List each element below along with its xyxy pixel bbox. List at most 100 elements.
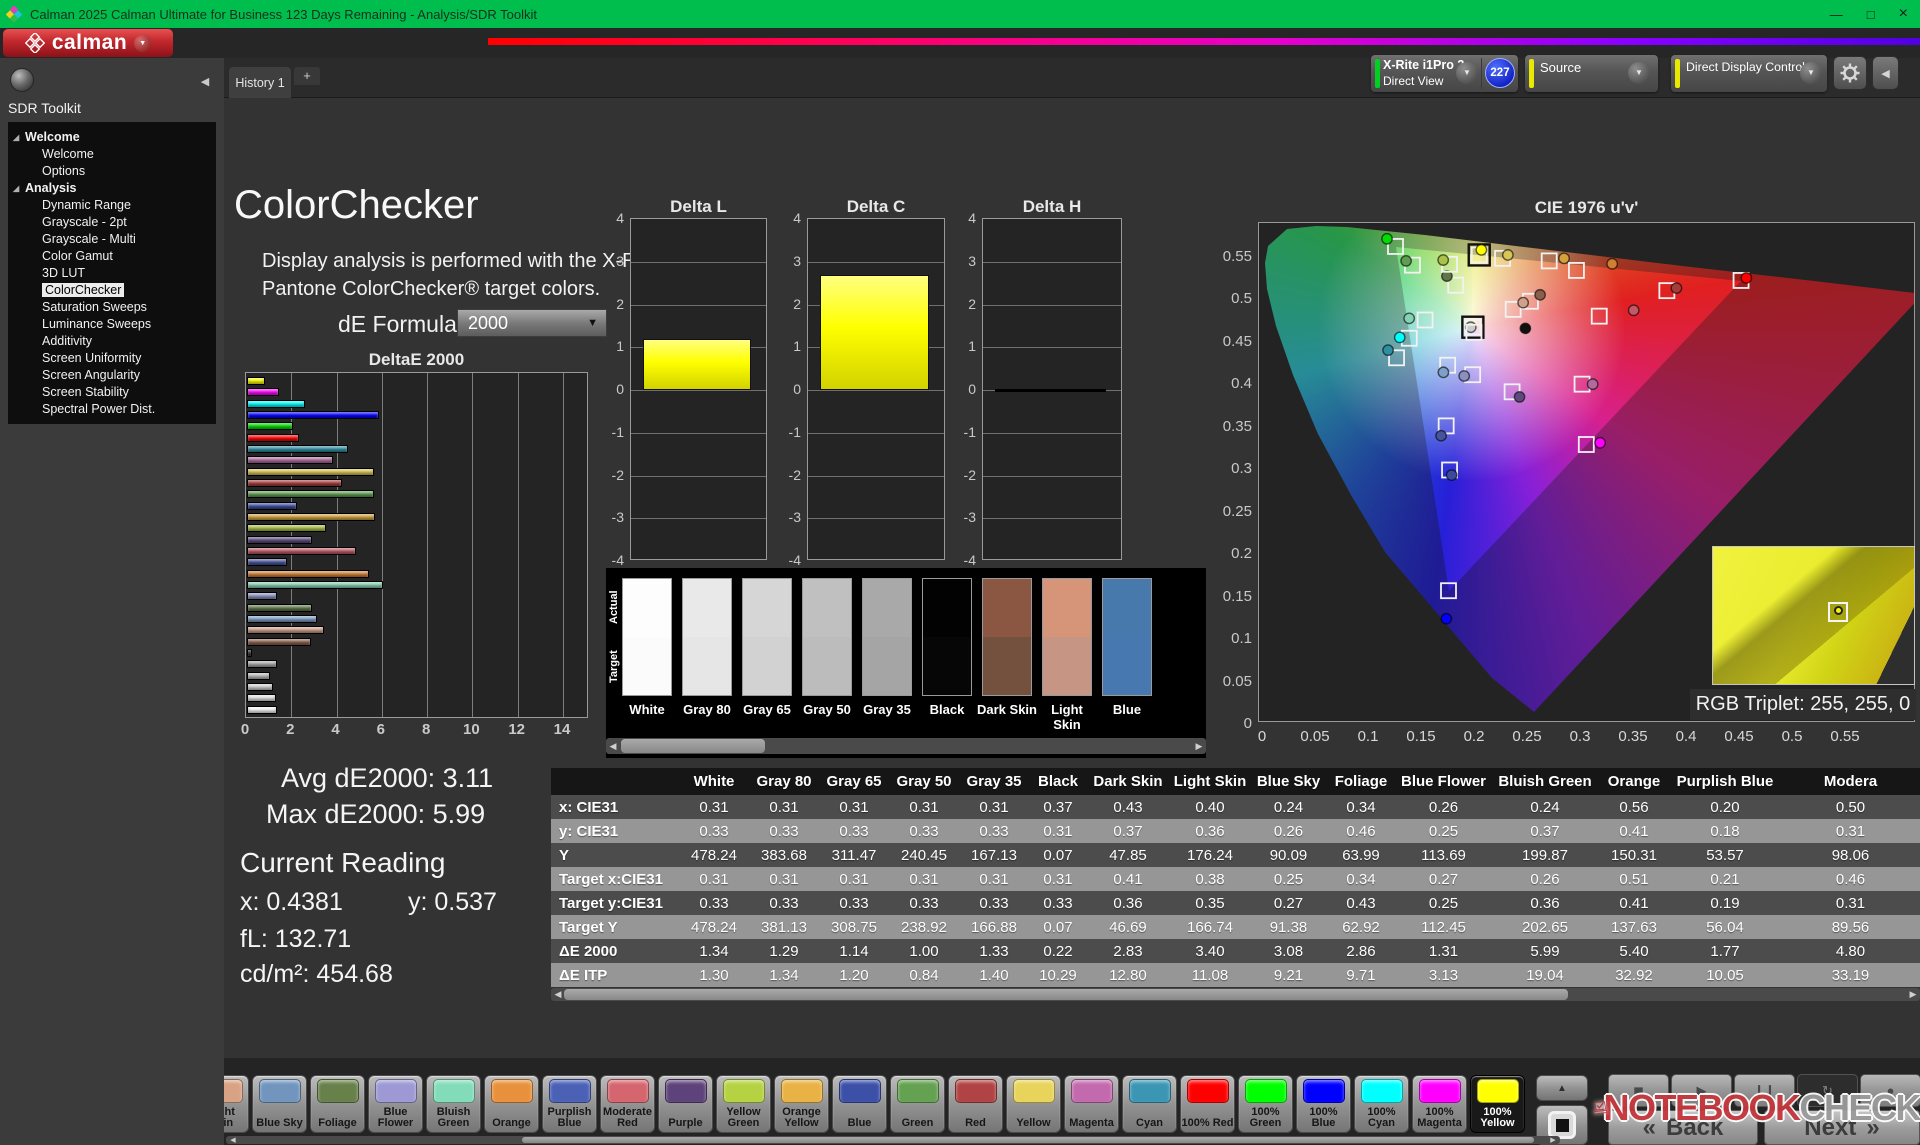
- delta-c-chart-plot: [807, 218, 945, 560]
- scroll-left-icon[interactable]: ◀: [606, 738, 620, 754]
- patch-button-blue[interactable]: Blue: [832, 1075, 887, 1133]
- patch-button-100-yellow[interactable]: 100% Yellow: [1470, 1075, 1525, 1133]
- patch-button-label: 100% Yellow: [1480, 1105, 1515, 1130]
- back-button[interactable]: « Back: [1608, 1110, 1758, 1145]
- sidebar-item-analysis[interactable]: ◢ Analysis: [8, 180, 216, 197]
- swatch-target: [1043, 637, 1091, 695]
- toolbar-play-button[interactable]: ▶: [1671, 1074, 1732, 1107]
- swatch-gray-80: [682, 578, 732, 696]
- sidebar-item-screen-angularity[interactable]: Screen Angularity: [8, 367, 216, 384]
- tree-expander-icon[interactable]: ◢: [13, 129, 19, 146]
- collapse-panel-button[interactable]: ◀: [1872, 56, 1899, 90]
- sidebar-item-spectral-power-dist[interactable]: Spectral Power Dist.: [8, 401, 216, 418]
- calman-menu-button[interactable]: calman ▼: [3, 29, 173, 57]
- patch-button-bluish-green[interactable]: Bluish Green: [426, 1075, 481, 1133]
- toolbar-record-button[interactable]: ●: [1860, 1074, 1920, 1107]
- meter-count-badge[interactable]: 227: [1485, 58, 1515, 88]
- sidebar-item-colorchecker[interactable]: ColorChecker: [8, 282, 216, 299]
- patch-button-100-blue[interactable]: 100% Blue: [1296, 1075, 1351, 1133]
- display-control-dropdown[interactable]: Direct Display Control ▼: [1671, 55, 1827, 92]
- sidebar-item-label: Additivity: [42, 334, 93, 348]
- patch-button-purplish-blue[interactable]: Purplish Blue: [542, 1075, 597, 1133]
- toolbar-loop-button[interactable]: ↻: [1797, 1074, 1858, 1107]
- sidebar-item-welcome[interactable]: ◢ Welcome: [8, 129, 216, 146]
- next-button[interactable]: Next »: [1764, 1110, 1920, 1145]
- sidebar-item-saturation-sweeps[interactable]: Saturation Sweeps: [8, 299, 216, 316]
- patch-button-moderate-red[interactable]: Moderate Red: [600, 1075, 655, 1133]
- sidebar-item-additivity[interactable]: Additivity: [8, 333, 216, 350]
- close-icon[interactable]: ×: [1899, 5, 1908, 23]
- table-cell: 0.31: [1043, 822, 1073, 840]
- patch-button-cyan[interactable]: Cyan: [1122, 1075, 1177, 1133]
- minimize-icon[interactable]: —: [1830, 7, 1843, 22]
- patch-button-yellow[interactable]: Yellow: [1006, 1075, 1061, 1133]
- patch-button-purple[interactable]: Purple: [658, 1075, 713, 1133]
- toolbar-snapshot-button[interactable]: ◼: [1608, 1074, 1669, 1107]
- patch-button-red[interactable]: Red: [948, 1075, 1003, 1133]
- settings-button[interactable]: [1833, 56, 1867, 90]
- meter-dropdown[interactable]: X-Rite i1Pro 2 Direct View ▼ 227: [1371, 55, 1518, 92]
- patch-button-blue-flower[interactable]: Blue Flower: [368, 1075, 423, 1133]
- table-cell: 1.40: [979, 966, 1009, 984]
- scroll-right-icon[interactable]: ▶: [1546, 1136, 1560, 1144]
- sidebar-item-dynamic-range[interactable]: Dynamic Range: [8, 197, 216, 214]
- sidebar-item-screen-stability[interactable]: Screen Stability: [8, 384, 216, 401]
- scrollbar-thumb[interactable]: [621, 739, 765, 753]
- patch-button-100-green[interactable]: 100% Green: [1238, 1075, 1293, 1133]
- workflow-orb-button[interactable]: [10, 68, 34, 92]
- table-row-target-y: Target Y 478.24 381.13 308.75 238.92 166.88 0.…: [551, 915, 1920, 939]
- patch-button-light-skin[interactable]: Light Skin: [224, 1075, 249, 1133]
- deltae-chart-plot: [245, 372, 588, 718]
- swatch-label: Black: [929, 702, 965, 717]
- table-cell: 0.07: [1043, 846, 1073, 864]
- patch-button-magenta[interactable]: Magenta: [1064, 1075, 1119, 1133]
- patch-button-100-red[interactable]: 100% Red: [1180, 1075, 1235, 1133]
- sidebar-item-screen-uniformity[interactable]: Screen Uniformity: [8, 350, 216, 367]
- patch-button-yellow-green[interactable]: Yellow Green: [716, 1075, 771, 1133]
- scroll-right-icon[interactable]: ▶: [1192, 738, 1206, 754]
- patch-color-swatch: [1186, 1079, 1229, 1103]
- sidebar-collapse-button[interactable]: ◀: [194, 70, 216, 92]
- sidebar-item-grayscale-2pt[interactable]: Grayscale - 2pt: [8, 214, 216, 231]
- patch-button-orange-yellow[interactable]: Orange Yellow: [774, 1075, 829, 1133]
- add-tab-button[interactable]: +: [294, 67, 320, 85]
- scroll-right-icon[interactable]: ▶: [1906, 988, 1920, 1001]
- sidebar-item-grayscale-multi[interactable]: Grayscale - Multi: [8, 231, 216, 248]
- sidebar-item-options[interactable]: Options: [8, 163, 216, 180]
- tab-history-1[interactable]: History 1: [229, 67, 291, 98]
- de-formula-select[interactable]: 2000 ▼: [457, 309, 607, 337]
- patch-button-green[interactable]: Green: [890, 1075, 945, 1133]
- strip-scrollbar[interactable]: ◀ ▶: [226, 1136, 1560, 1144]
- tree-expander-icon[interactable]: ◢: [13, 180, 19, 197]
- sidebar-item-3d-lut[interactable]: 3D LUT: [8, 265, 216, 282]
- scroll-left-icon[interactable]: ◀: [551, 988, 565, 1001]
- patch-button-orange[interactable]: Orange: [484, 1075, 539, 1133]
- sidebar-item-luminance-sweeps[interactable]: Luminance Sweeps: [8, 316, 216, 333]
- patch-button-foliage[interactable]: Foliage: [310, 1075, 365, 1133]
- strip-up-button[interactable]: ▲: [1536, 1075, 1588, 1101]
- column-header-purplish-blue: Purplish Blue: [1669, 768, 1781, 795]
- deltae-bar-blue-flower: [247, 592, 277, 601]
- toolbar-pause-button[interactable]: ❙❙: [1734, 1074, 1795, 1107]
- maximize-icon[interactable]: □: [1867, 7, 1875, 22]
- table-scrollbar[interactable]: ◀ ▶: [551, 988, 1920, 1001]
- scrollbar-thumb[interactable]: [564, 989, 1568, 1000]
- patch-button-blue-sky[interactable]: Blue Sky: [252, 1075, 307, 1133]
- swatch-target: [923, 637, 971, 695]
- table-cell: 0.51: [1619, 870, 1649, 888]
- table-cell: 90.09: [1269, 846, 1308, 864]
- y-tick: 0: [616, 381, 624, 397]
- avg-de2000: Avg dE2000: 3.11: [281, 763, 494, 793]
- swatch-strip-scrollbar[interactable]: ◀ ▶: [606, 738, 1206, 754]
- table-cell: 0.26: [1273, 822, 1304, 840]
- inset-measured-dot: [1834, 606, 1843, 615]
- patch-button-100-cyan[interactable]: 100% Cyan: [1354, 1075, 1409, 1133]
- scrollbar-thumb[interactable]: [522, 1137, 1534, 1143]
- source-dropdown[interactable]: Source ▼: [1525, 55, 1658, 92]
- sidebar-item-color-gamut[interactable]: Color Gamut: [8, 248, 216, 265]
- cie-y-tick: 0.25: [1222, 502, 1252, 520]
- scroll-left-icon[interactable]: ◀: [226, 1136, 240, 1144]
- table-cell: 10.29: [1039, 966, 1077, 984]
- patch-button-100-magenta[interactable]: 100% Magenta: [1412, 1075, 1467, 1133]
- sidebar-item-welcome[interactable]: Welcome: [8, 146, 216, 163]
